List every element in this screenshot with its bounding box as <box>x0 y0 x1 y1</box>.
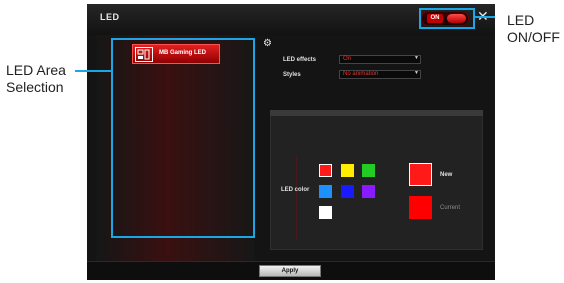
new-color-preview <box>409 163 432 186</box>
color-panel-header <box>270 110 483 116</box>
color-swatch-blue[interactable] <box>341 185 354 198</box>
led-effects-dropdown[interactable] <box>339 55 421 64</box>
color-swatch-red[interactable] <box>319 164 332 177</box>
color-swatch-yellow[interactable] <box>341 164 354 177</box>
styles-label: Styles <box>283 72 301 78</box>
led-area-callout-line-2: Selection <box>6 79 64 95</box>
window-title: LED <box>100 12 120 22</box>
led-color-label: LED color <box>281 187 310 193</box>
led-area-callout-line <box>75 70 112 72</box>
gear-icon[interactable]: ⚙ <box>263 39 273 49</box>
chevron-down-icon: ▼ <box>414 70 419 76</box>
chevron-down-icon: ▼ <box>414 55 419 61</box>
color-swatch-light-blue[interactable] <box>319 185 332 198</box>
led-toggle-callout: LED ON/OFF <box>507 12 560 46</box>
led-toggle-callout-line-2: ON/OFF <box>507 29 560 45</box>
led-toggle-callout-line-1: LED <box>507 12 535 28</box>
current-color-label: Current <box>440 205 461 211</box>
led-toggle-highlight-box <box>419 8 475 29</box>
new-color-label: New <box>440 172 453 178</box>
color-swatch-green[interactable] <box>362 164 375 177</box>
led-effects-value: On <box>343 56 352 62</box>
styles-value: No animation <box>343 71 379 77</box>
led-area-callout: LED Area Selection <box>6 62 66 96</box>
divider <box>296 155 297 240</box>
current-color-preview <box>409 196 432 219</box>
led-area-highlight-box <box>111 38 255 238</box>
led-area-callout-line-1: LED Area <box>6 62 66 78</box>
led-toggle-callout-line <box>475 16 495 18</box>
apply-button[interactable]: Apply <box>259 265 321 277</box>
led-color-panel <box>270 110 483 250</box>
color-swatch-purple[interactable] <box>362 185 375 198</box>
color-swatch-white[interactable] <box>319 206 332 219</box>
led-effects-label: LED effects <box>283 57 317 63</box>
